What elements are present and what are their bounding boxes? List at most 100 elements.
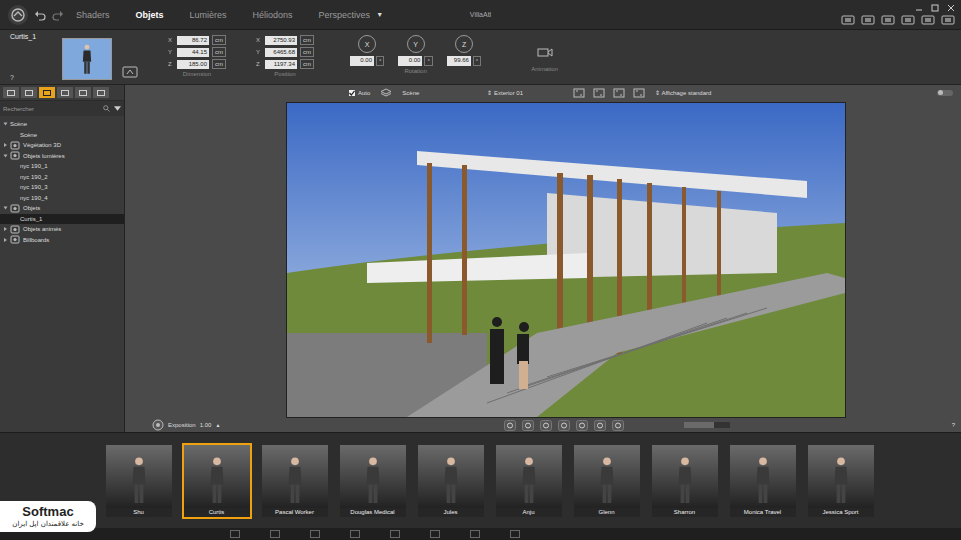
- view-button[interactable]: [75, 87, 91, 98]
- toolbar-icon[interactable]: [921, 15, 935, 25]
- nav-tool-icon[interactable]: [558, 420, 570, 431]
- camera-icon[interactable]: [537, 47, 553, 58]
- auto-checkbox[interactable]: Auto: [349, 90, 370, 96]
- toolbar-icon[interactable]: [881, 15, 895, 25]
- render-preview[interactable]: [287, 103, 845, 417]
- tree-item[interactable]: nyc 190_2: [0, 172, 124, 183]
- nav-tool-icon[interactable]: [576, 420, 588, 431]
- perspective-selector[interactable]: ⇕ Exterior 01: [487, 89, 523, 96]
- toolbar-icon[interactable]: [861, 15, 875, 25]
- catalog-card[interactable]: Jules: [416, 443, 486, 519]
- exposure-value[interactable]: 1.00: [200, 422, 212, 428]
- library-icon[interactable]: [430, 530, 440, 538]
- expand-arrow-icon[interactable]: [4, 238, 7, 242]
- app-logo-icon[interactable]: [8, 5, 28, 25]
- redo-icon[interactable]: [52, 9, 64, 21]
- frame-tool-icon[interactable]: [613, 88, 625, 98]
- library-icon[interactable]: [510, 530, 520, 538]
- viewport-help-button[interactable]: ?: [952, 422, 955, 428]
- tree-item[interactable]: Végétation 3D: [0, 140, 124, 151]
- expand-arrow-icon[interactable]: [4, 154, 8, 157]
- tabs-menu-button[interactable]: ▼: [376, 11, 383, 18]
- library-icon[interactable]: [390, 530, 400, 538]
- tab[interactable]: Perspectives: [319, 10, 371, 20]
- view-button[interactable]: [21, 87, 37, 98]
- tree-item[interactable]: nyc 190_3: [0, 182, 124, 193]
- tab[interactable]: Lumières: [190, 10, 227, 20]
- dial-knob[interactable]: Y: [407, 35, 425, 53]
- number-field[interactable]: 99.66: [447, 56, 471, 66]
- nav-tool-icon[interactable]: [612, 420, 624, 431]
- tree-item[interactable]: Objets animés: [0, 224, 124, 235]
- library-icon[interactable]: [230, 530, 240, 538]
- nav-tool-icon[interactable]: [594, 420, 606, 431]
- replace-object-icon[interactable]: [122, 66, 138, 78]
- nav-tool-icon[interactable]: [540, 420, 552, 431]
- number-field[interactable]: 2750.93: [265, 36, 297, 45]
- tree-item[interactable]: Objets: [0, 203, 124, 214]
- dial-knob[interactable]: Z: [455, 35, 473, 53]
- view-button[interactable]: [39, 87, 55, 98]
- toolbar-icon[interactable]: [901, 15, 915, 25]
- catalog-card[interactable]: Jessica Sport: [806, 443, 876, 519]
- help-button[interactable]: ?: [10, 74, 62, 81]
- exposure-stepper[interactable]: ▲: [215, 422, 220, 428]
- nav-tool-icon[interactable]: [504, 420, 516, 431]
- close-icon[interactable]: [947, 4, 955, 12]
- number-field[interactable]: 185.00: [177, 60, 209, 69]
- tree-item[interactable]: nyc 190_1: [0, 161, 124, 172]
- catalog-card[interactable]: Pascal Worker: [260, 443, 330, 519]
- tab[interactable]: Héliodons: [253, 10, 293, 20]
- display-mode-selector[interactable]: ⇕ Affichage standard: [655, 89, 711, 96]
- tree-item[interactable]: Scène: [0, 130, 124, 141]
- dropdown-icon[interactable]: [114, 106, 121, 111]
- toolbar-icon[interactable]: [841, 15, 855, 25]
- number-field[interactable]: 86.72: [177, 36, 209, 45]
- expand-arrow-icon[interactable]: [4, 143, 7, 147]
- catalog-card[interactable]: Anju: [494, 443, 564, 519]
- frame-tool-icon[interactable]: [633, 88, 645, 98]
- nav-tool-icon[interactable]: [522, 420, 534, 431]
- catalog-card[interactable]: Douglas Medical: [338, 443, 408, 519]
- undo-icon[interactable]: [34, 9, 46, 21]
- catalog-card[interactable]: Sharron: [650, 443, 720, 519]
- maximize-icon[interactable]: [931, 4, 939, 12]
- frame-tool-icon[interactable]: [593, 88, 605, 98]
- number-field[interactable]: 6465.68: [265, 48, 297, 57]
- toolbar-icon[interactable]: [941, 15, 955, 25]
- tree-item[interactable]: Billboards: [0, 235, 124, 246]
- tree-item[interactable]: Scène: [0, 119, 124, 130]
- expand-arrow-icon[interactable]: [4, 227, 7, 231]
- expand-arrow-icon[interactable]: [4, 207, 8, 210]
- view-button[interactable]: [3, 87, 19, 98]
- number-field[interactable]: 0.00: [398, 56, 422, 66]
- tab[interactable]: Shaders: [76, 10, 110, 20]
- minimize-icon[interactable]: [915, 4, 923, 12]
- library-icon[interactable]: [310, 530, 320, 538]
- catalog-card[interactable]: Shu: [104, 443, 174, 519]
- number-field[interactable]: 0.00: [350, 56, 374, 66]
- expand-arrow-icon[interactable]: [4, 123, 8, 126]
- gear-icon[interactable]: [152, 419, 164, 431]
- zoom-slider[interactable]: [684, 422, 730, 428]
- panel-toggle[interactable]: [937, 90, 953, 96]
- tab[interactable]: Objets: [136, 10, 164, 20]
- view-button[interactable]: [93, 87, 109, 98]
- tree-item[interactable]: nyc 190_4: [0, 193, 124, 204]
- library-icon[interactable]: [350, 530, 360, 538]
- number-field[interactable]: 44.15: [177, 48, 209, 57]
- view-button[interactable]: [57, 87, 73, 98]
- scene-label[interactable]: Scène: [402, 90, 419, 96]
- catalog-card[interactable]: Monica Travel: [728, 443, 798, 519]
- search-field[interactable]: Rechercher: [0, 101, 124, 116]
- catalog-card[interactable]: Glenn: [572, 443, 642, 519]
- catalog-card[interactable]: Curtis: [182, 443, 252, 519]
- dial-knob[interactable]: X: [358, 35, 376, 53]
- tree-item[interactable]: Objets lumières: [0, 151, 124, 162]
- library-icon[interactable]: [470, 530, 480, 538]
- number-field[interactable]: 1197.34: [265, 60, 297, 69]
- frame-tool-icon[interactable]: [573, 88, 585, 98]
- library-icon[interactable]: [270, 530, 280, 538]
- tree-item[interactable]: Curtis_1: [0, 214, 124, 225]
- layers-icon[interactable]: [380, 88, 392, 97]
